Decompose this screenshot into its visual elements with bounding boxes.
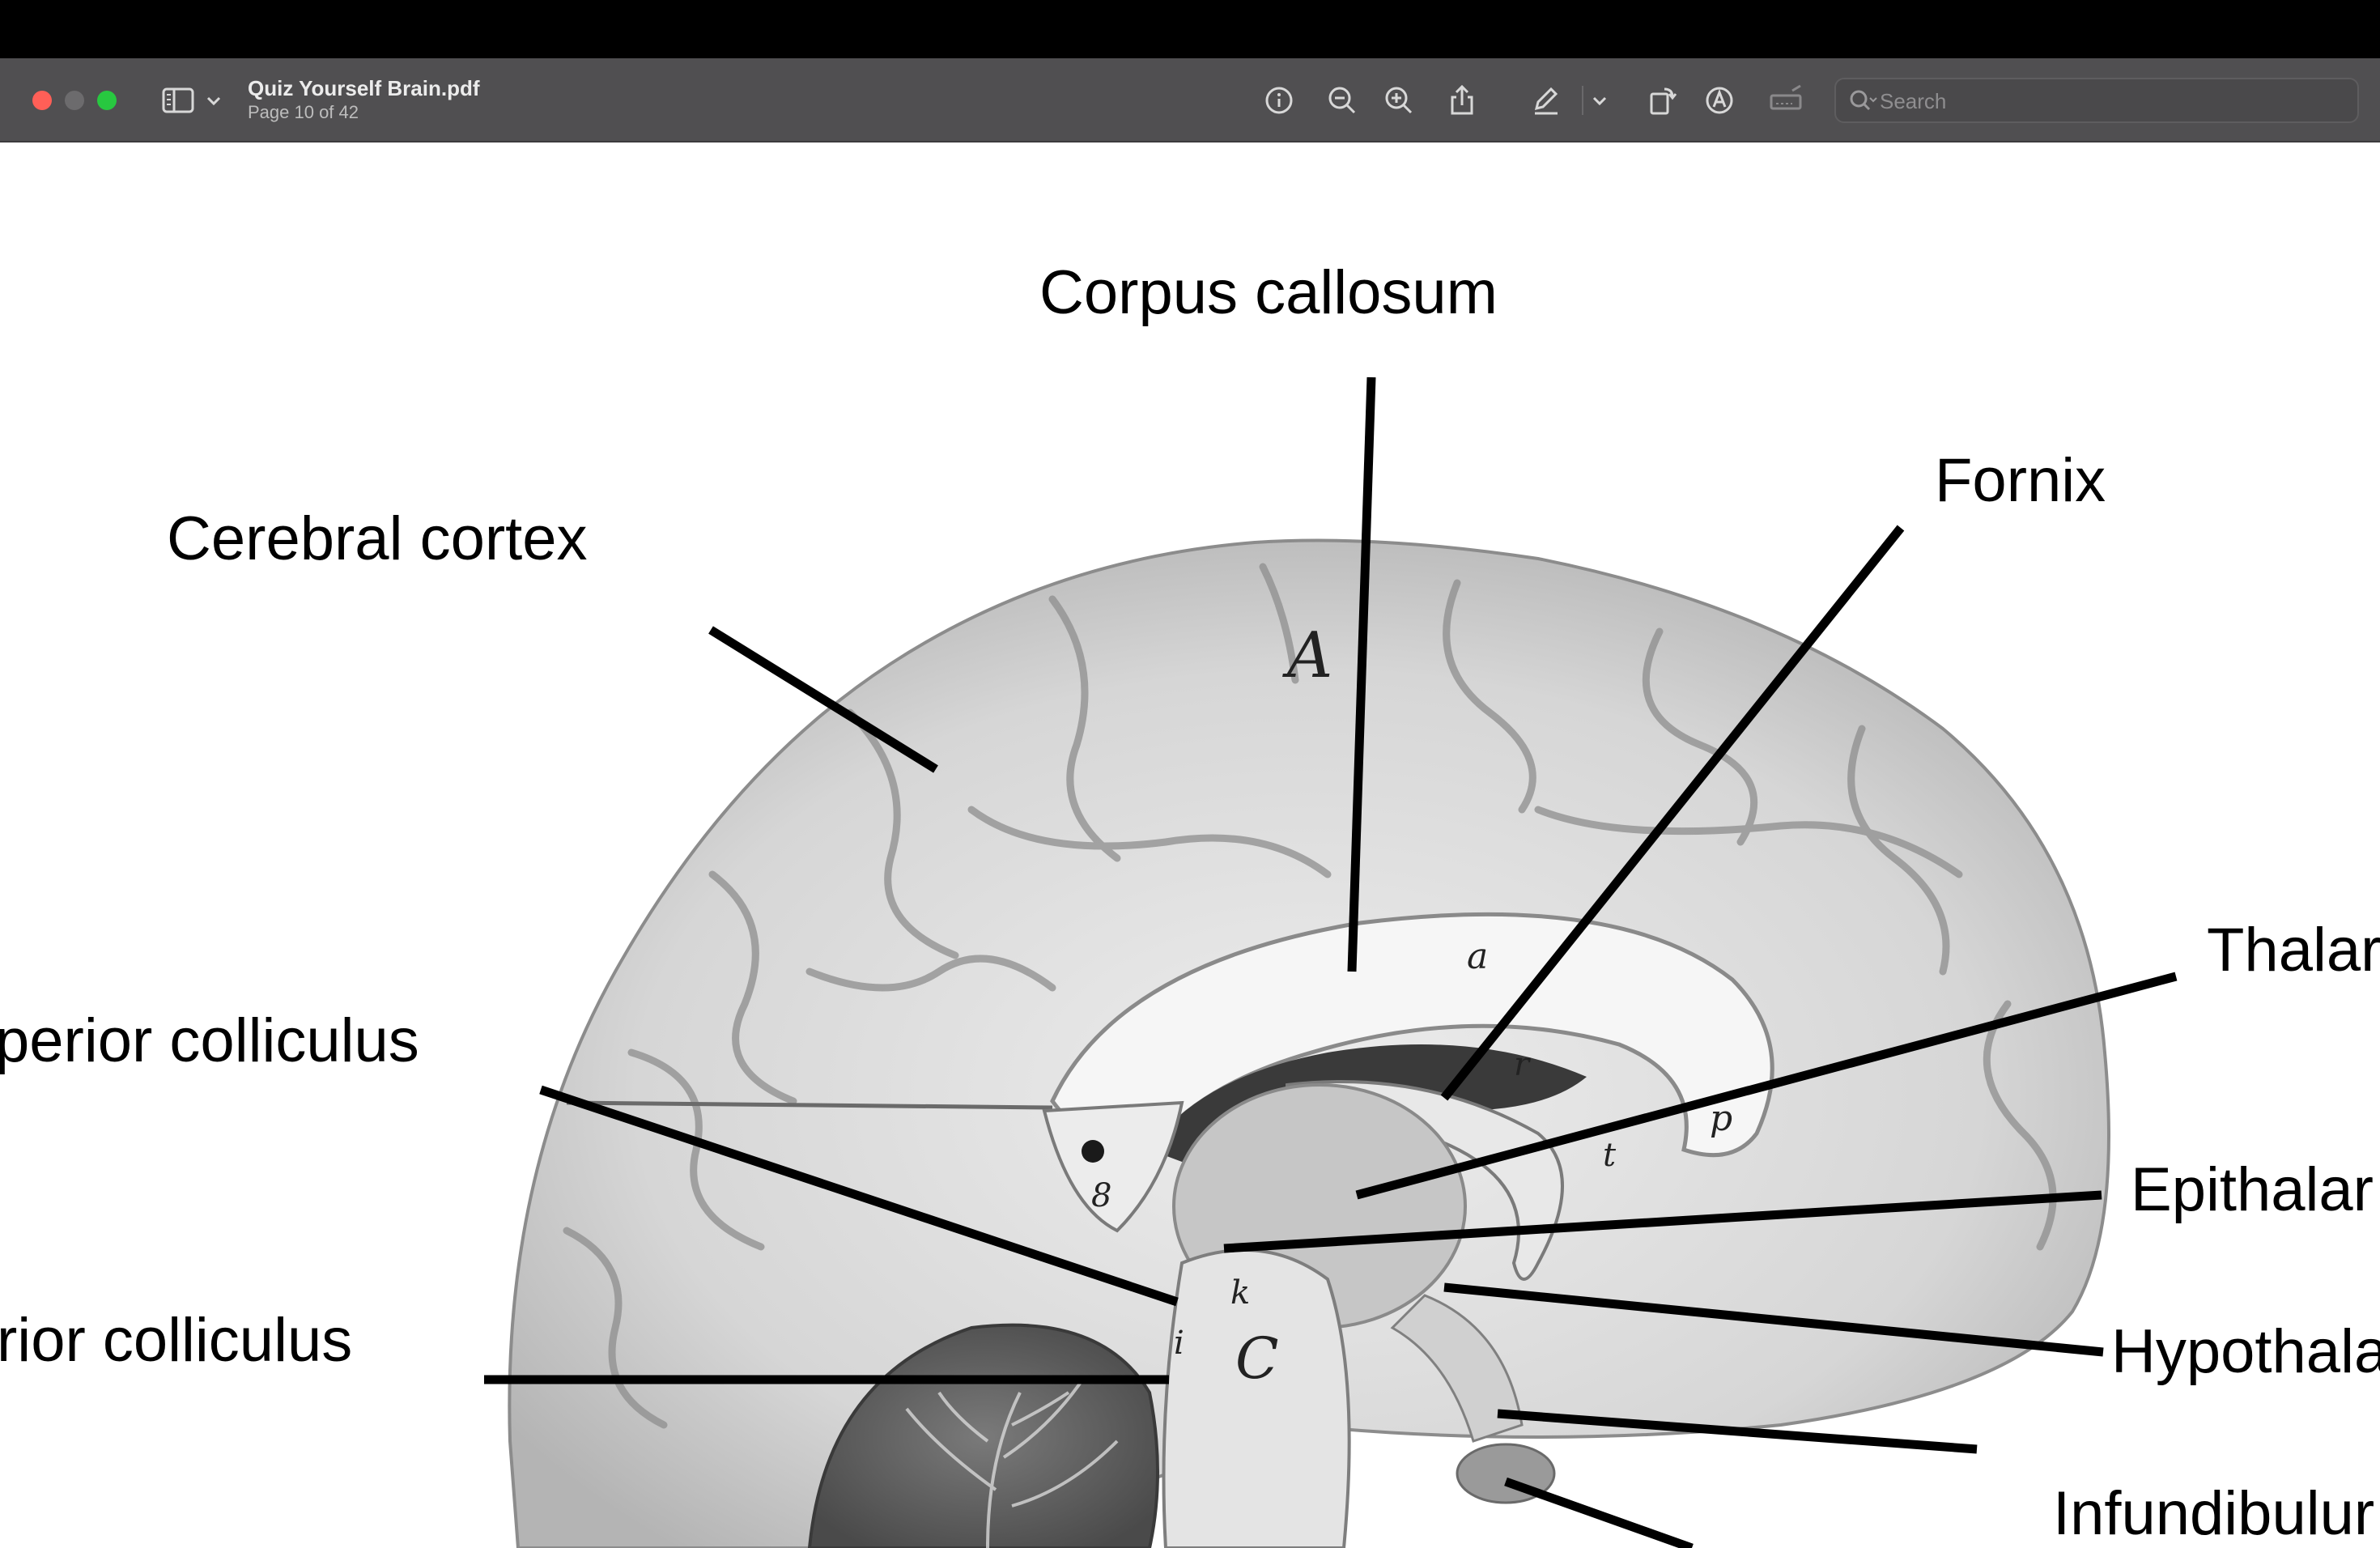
label-cerebral-cortex: Cerebral cortex (167, 504, 588, 573)
marker-r: r (1514, 1046, 1532, 1083)
close-window-button[interactable] (32, 91, 52, 110)
menu-bar-strip (0, 0, 2380, 58)
marker-dot (1082, 1140, 1104, 1163)
marker-t: t (1603, 1137, 1617, 1174)
document-title: Quiz Yourself Brain.pdf (248, 76, 480, 100)
label-fornix: Fornix (1935, 446, 2106, 515)
toolbar-divider (1582, 86, 1583, 115)
zoom-out-icon[interactable] (1324, 83, 1360, 118)
search-field[interactable] (1834, 78, 2359, 123)
rotate-icon[interactable] (1645, 83, 1681, 118)
info-icon[interactable] (1261, 83, 1297, 118)
sidebar-icon[interactable] (162, 86, 194, 115)
marker-A: A (1282, 619, 1332, 692)
label-epithalamus: Epithalar (2131, 1155, 2374, 1224)
marker-k: k (1230, 1274, 1250, 1312)
page-indicator: Page 10 of 42 (248, 102, 359, 122)
search-input[interactable] (1878, 86, 2335, 117)
marker-i: i (1174, 1325, 1184, 1362)
marker-8: 8 (1091, 1177, 1111, 1214)
label-inferior-colliculus: rior colliculus (0, 1306, 353, 1375)
minimize-window-button[interactable] (65, 91, 84, 110)
label-superior-colliculus: perior colliculus (0, 1006, 419, 1075)
brain-diagram: A a r C k i 8 p t (484, 376, 2178, 1548)
marker-a: a (1467, 936, 1488, 977)
share-icon[interactable] (1444, 83, 1480, 118)
maximize-window-button[interactable] (97, 91, 117, 110)
label-thalamus: Thalar (2207, 916, 2380, 985)
label-corpus-callosum: Corpus callosum (1039, 258, 1498, 327)
chevron-down-icon[interactable] (1587, 87, 1613, 113)
zoom-in-icon[interactable] (1381, 83, 1417, 118)
form-fill-icon (1768, 83, 1804, 118)
search-icon (1847, 87, 1880, 115)
pdf-page: A a r C k i 8 p t Corpus callosum Cerebr… (0, 142, 2380, 1548)
label-infundibulum: Infundibulur (2053, 1479, 2375, 1548)
annotate-icon[interactable] (1702, 83, 1737, 118)
markup-pen-icon[interactable] (1528, 83, 1564, 118)
marker-C: C (1235, 1325, 1279, 1392)
brainstem-shape (1162, 1248, 1351, 1548)
leader-infundibulum-lower (1504, 1477, 1694, 1548)
label-hypothalamus: Hypothala (2111, 1317, 2380, 1386)
chevron-down-icon[interactable] (204, 89, 223, 112)
